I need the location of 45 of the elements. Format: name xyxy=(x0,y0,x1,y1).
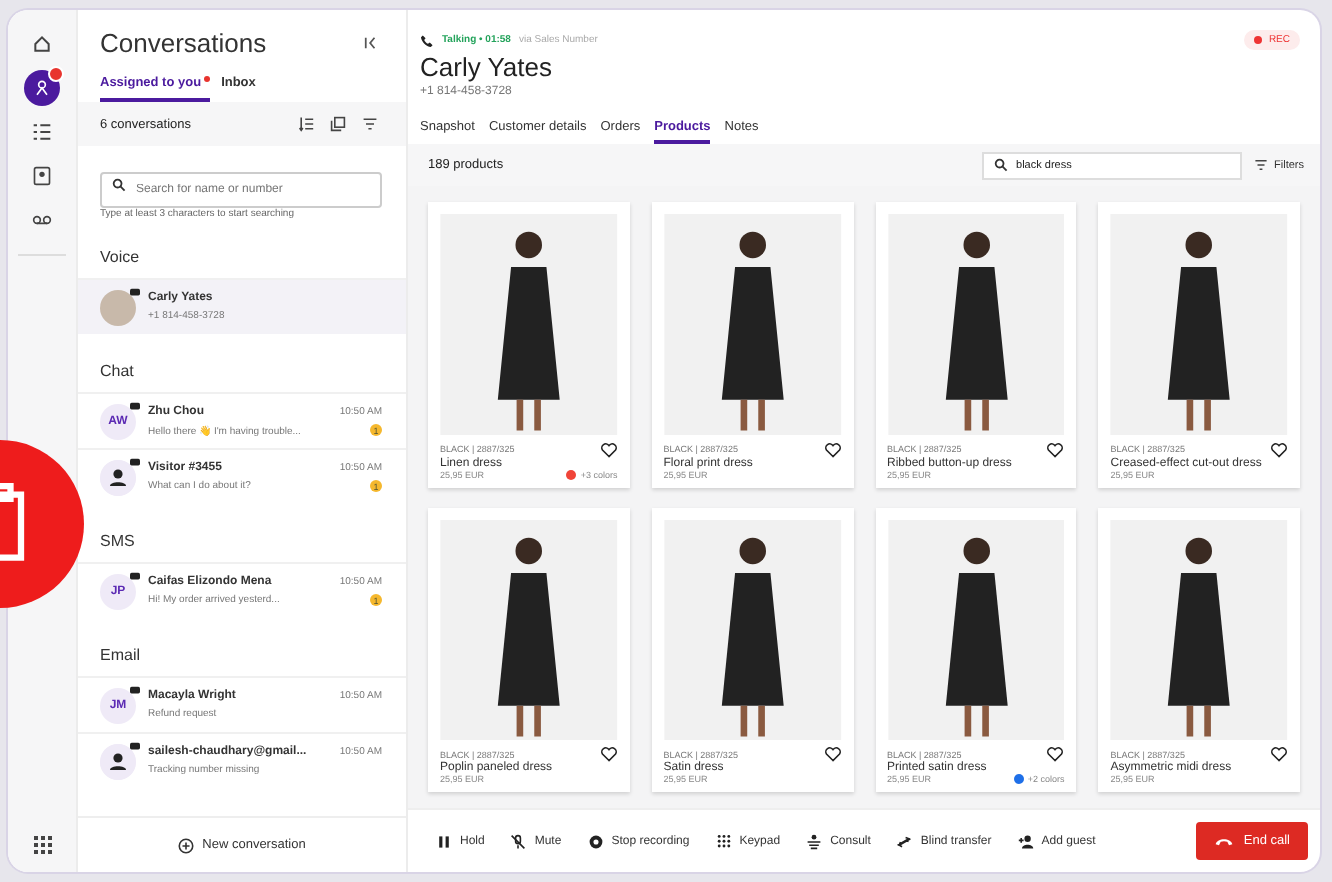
plus-circle-icon xyxy=(178,837,195,853)
section-heading: SMS xyxy=(98,530,137,554)
channel-icon xyxy=(130,685,140,695)
favorite-heart-icon[interactable] xyxy=(1046,441,1065,457)
hang-up-icon xyxy=(1213,836,1234,846)
section-heading: Chat xyxy=(98,360,136,384)
record-icon xyxy=(587,833,604,849)
phone-icon xyxy=(420,33,434,47)
favorite-heart-icon[interactable] xyxy=(1270,746,1288,762)
list-icon xyxy=(32,122,52,142)
sort-icon[interactable] xyxy=(298,116,314,132)
channel-icon xyxy=(130,401,140,411)
consult-icon xyxy=(806,833,823,849)
channel-icon xyxy=(130,571,140,581)
customer-name: Carly Yates xyxy=(420,52,554,82)
copy-icon[interactable] xyxy=(330,116,346,132)
favorite-heart-icon[interactable] xyxy=(599,746,618,762)
section-heading: Email xyxy=(98,644,143,668)
person-icon xyxy=(32,78,52,98)
search-icon xyxy=(994,158,1009,172)
channel-icon xyxy=(130,741,140,751)
agent-nav-button[interactable] xyxy=(24,70,60,106)
voicemail-icon xyxy=(32,210,52,230)
favorite-heart-icon[interactable] xyxy=(823,746,841,762)
collapse-icon[interactable] xyxy=(364,36,378,50)
search-icon xyxy=(112,177,126,191)
contact-card-icon xyxy=(32,166,52,186)
mute-icon xyxy=(510,833,527,849)
keypad-icon xyxy=(715,833,732,849)
pause-icon xyxy=(436,833,452,849)
section-heading: Voice xyxy=(98,246,142,270)
transfer-icon xyxy=(896,833,913,849)
avatar-photo-placeholder xyxy=(100,289,136,325)
filter-icon[interactable] xyxy=(362,116,378,132)
add-person-icon xyxy=(1017,833,1034,849)
favorite-heart-icon[interactable] xyxy=(599,441,618,457)
favorite-heart-icon[interactable] xyxy=(823,441,841,457)
panel-title: Conversations xyxy=(100,28,267,58)
favorite-heart-icon[interactable] xyxy=(1270,441,1288,457)
favorite-heart-icon[interactable] xyxy=(1046,746,1065,762)
filter-icon xyxy=(1254,158,1269,172)
home-icon xyxy=(32,34,52,54)
apps-grid-icon[interactable] xyxy=(33,836,51,854)
channel-icon xyxy=(130,457,140,467)
channel-icon xyxy=(130,287,140,297)
